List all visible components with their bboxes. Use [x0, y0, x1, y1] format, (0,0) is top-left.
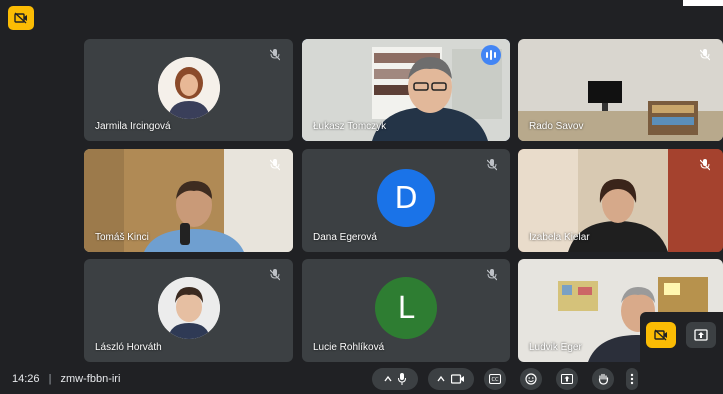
camera-off-badge[interactable] — [8, 6, 34, 30]
mic-off-icon — [697, 47, 713, 63]
mic-off-icon — [697, 157, 713, 173]
more-options-button[interactable] — [626, 368, 638, 390]
participant-tile[interactable]: Łukasz Tomczyk — [302, 39, 510, 141]
avatar-letter: L — [397, 290, 415, 326]
separator: | — [48, 373, 52, 385]
participant-name: Ludvik Eger — [529, 342, 582, 353]
mic-off-icon — [267, 157, 283, 173]
mic-off-icon — [484, 157, 500, 173]
mic-off-icon — [484, 267, 500, 283]
participant-name: Izabela Kielar — [529, 232, 590, 243]
participant-name: Łukasz Tomczyk — [313, 121, 387, 132]
captions-icon: CC — [489, 374, 501, 384]
chevron-up-icon — [384, 375, 392, 382]
meeting-code: zmw-fbbn-iri — [60, 373, 121, 385]
meeting-time: 14:26 — [12, 373, 40, 385]
mic-off-icon — [267, 47, 283, 63]
participant-tile[interactable]: D Dana Egerová — [302, 149, 510, 252]
avatar — [157, 56, 220, 119]
raise-hand-button[interactable] — [592, 368, 614, 390]
svg-text:CC: CC — [492, 377, 499, 383]
present-button[interactable] — [686, 322, 716, 348]
participant-tile[interactable]: Rado Savov — [518, 39, 723, 141]
raise-hand-icon — [598, 373, 608, 385]
participant-tile[interactable]: L Lucie Rohlíková — [302, 259, 510, 362]
emoji-button[interactable] — [520, 368, 542, 390]
more-icon — [630, 373, 634, 385]
participant-name: Tomáš Kinci — [95, 232, 149, 243]
mic-icon — [398, 373, 406, 385]
emoji-icon — [525, 373, 537, 385]
participant-name: Dana Egerová — [313, 232, 377, 243]
camera-off-icon — [654, 329, 667, 341]
participant-tile[interactable]: Izabela Kielar — [518, 149, 723, 252]
avatar — [157, 277, 220, 340]
present-icon — [561, 374, 573, 384]
mic-button[interactable] — [372, 368, 418, 390]
window-edge — [683, 0, 723, 6]
participant-tile[interactable]: Jarmila Ircingová — [84, 39, 293, 141]
camera-off-button[interactable] — [646, 322, 676, 348]
participant-tile[interactable]: Tomáš Kinci — [84, 149, 293, 252]
mic-off-icon — [267, 267, 283, 283]
avatar: D — [377, 169, 435, 228]
avatar: L — [375, 277, 437, 340]
participant-name: Rado Savov — [529, 121, 584, 132]
captions-button[interactable]: CC — [484, 368, 506, 390]
meeting-info: 14:26 | zmw-fbbn-iri — [12, 373, 120, 385]
avatar-letter: D — [394, 180, 418, 216]
present-icon — [694, 329, 708, 341]
camera-off-icon — [14, 12, 27, 24]
speaking-indicator-icon — [481, 45, 501, 65]
self-view-panel — [640, 312, 723, 364]
participant-name: Jarmila Ircingová — [95, 121, 171, 132]
chevron-up-icon — [437, 375, 445, 382]
participant-name: Lucie Rohlíková — [313, 342, 385, 353]
camera-icon — [451, 374, 464, 384]
participant-tile[interactable]: László Horváth — [84, 259, 293, 362]
present-now-button[interactable] — [556, 368, 578, 390]
participant-name: László Horváth — [95, 342, 162, 353]
meeting-toolbar: 14:26 | zmw-fbbn-iri CC — [0, 364, 723, 394]
camera-button[interactable] — [428, 368, 474, 390]
